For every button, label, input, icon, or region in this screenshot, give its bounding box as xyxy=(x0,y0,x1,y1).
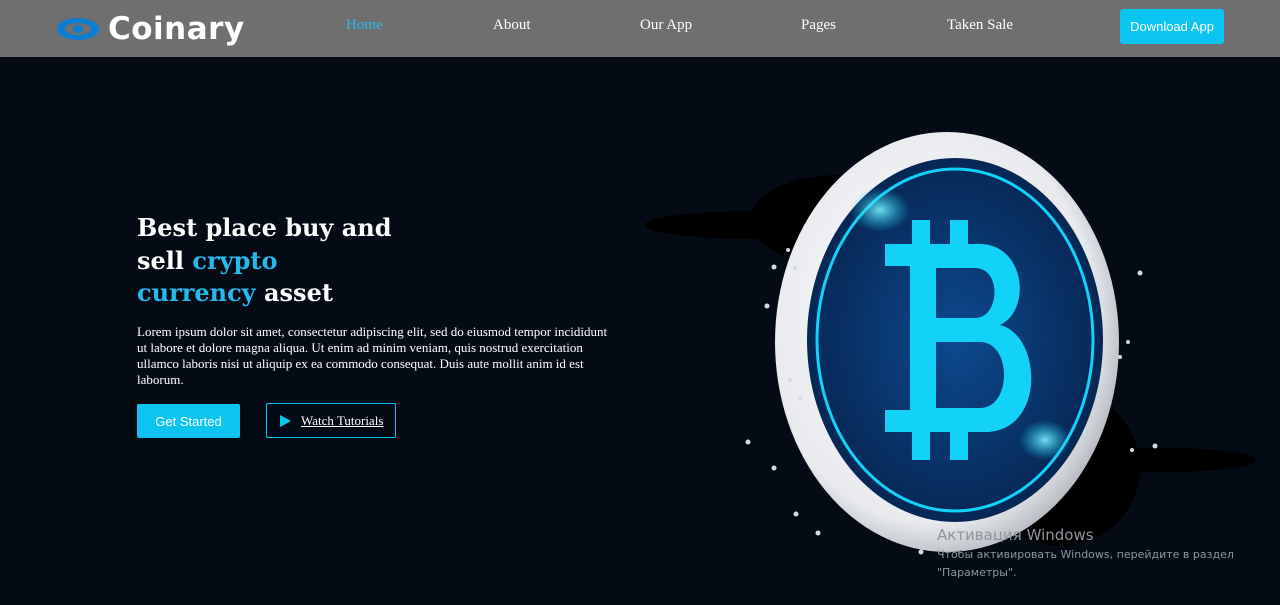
headline-line-3: currency asset xyxy=(137,277,467,310)
headline-accent-crypto: crypto xyxy=(192,245,278,275)
windows-activation-title: Активация Windows xyxy=(937,526,1094,544)
watch-tutorials-button[interactable]: Watch Tutorials xyxy=(266,403,396,438)
watch-tutorials-label: Watch Tutorials xyxy=(301,412,384,428)
nav-home[interactable]: Home xyxy=(346,17,383,34)
headline-sell: sell xyxy=(137,245,193,275)
windows-activation-line-2: "Параметры". xyxy=(937,566,1017,579)
eye-logo-icon xyxy=(57,18,99,40)
brand-name: Coinary xyxy=(108,11,245,47)
headline-line-1: Best place buy and xyxy=(137,213,392,242)
nav-pages[interactable]: Pages xyxy=(801,17,836,34)
headline-accent-currency: currency xyxy=(137,278,256,307)
hero-description: Lorem ipsum dolor sit amet, consectetur … xyxy=(137,324,608,387)
windows-activation-line-1: Чтобы активировать Windows, перейдите в … xyxy=(937,548,1234,561)
hero-headline: Best place buy and sell crypto currency … xyxy=(137,212,467,310)
headline-line-2: sell crypto xyxy=(137,245,467,278)
nav-our-app[interactable]: Our App xyxy=(640,17,692,34)
nav-about[interactable]: About xyxy=(493,17,531,34)
nav-taken-sale[interactable]: Taken Sale xyxy=(947,17,1013,34)
top-navbar: Coinary Home About Our App Pages Taken S… xyxy=(0,0,1280,57)
download-app-button[interactable]: Download App xyxy=(1120,9,1224,44)
get-started-button[interactable]: Get Started xyxy=(137,404,240,438)
headline-asset: asset xyxy=(255,278,333,307)
play-icon xyxy=(280,414,291,427)
brand-logo[interactable]: Coinary xyxy=(56,10,245,48)
